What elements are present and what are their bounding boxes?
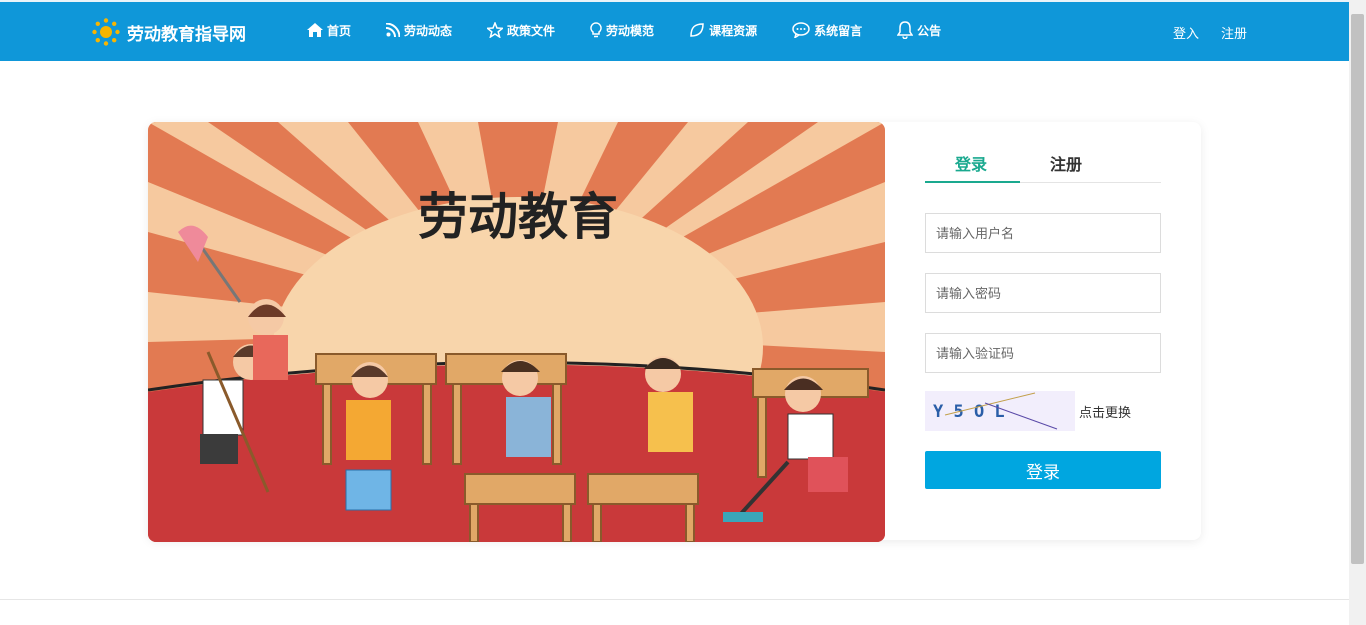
active-tab-indicator (925, 181, 1020, 183)
scrollbar-thumb[interactable] (1351, 14, 1364, 564)
header-login-link[interactable]: 登入 (1173, 23, 1199, 42)
footer-divider (0, 599, 1349, 600)
banner-art: 劳动教育 (148, 122, 885, 542)
nav-item-policy[interactable]: 政策文件 (487, 21, 555, 39)
captcha-refresh-link[interactable]: 点击更换 (1079, 402, 1131, 421)
home-icon (307, 23, 323, 37)
banner-title: 劳动教育 (418, 187, 618, 246)
nav-label: 劳动动态 (404, 23, 453, 38)
nav-item-news[interactable]: 劳动动态 (386, 21, 452, 39)
chat-icon (792, 22, 810, 38)
rss-icon (386, 23, 401, 37)
captcha-text: Y 5 O L (933, 402, 1005, 422)
lightbulb-icon (590, 22, 602, 38)
auth-tabs: 登录 注册 (925, 140, 1161, 183)
bell-icon (897, 21, 914, 39)
nav-label: 劳动模范 (606, 23, 655, 38)
banner-illustration: 劳动教育 (148, 122, 885, 542)
nav-label: 首页 (327, 23, 352, 38)
page-scrollbar[interactable] (1349, 0, 1366, 625)
header-register-link[interactable]: 注册 (1221, 23, 1247, 42)
nav-item-courses[interactable]: 课程资源 (689, 21, 757, 39)
leaf-icon (690, 23, 704, 37)
auth-panel: 登录 注册 Y 5 O L 点击更换 登录 (925, 140, 1161, 489)
captcha-input[interactable] (925, 333, 1161, 373)
nav-label: 课程资源 (709, 23, 758, 38)
nav-label: 系统留言 (814, 23, 863, 38)
nav-item-messages[interactable]: 系统留言 (792, 21, 862, 39)
tab-register[interactable]: 注册 (1050, 151, 1082, 175)
nav-item-announcements[interactable]: 公告 (897, 21, 941, 39)
tab-login[interactable]: 登录 (955, 151, 987, 175)
nav-label: 公告 (917, 23, 942, 38)
nav-item-model-workers[interactable]: 劳动模范 (590, 21, 654, 39)
password-input[interactable] (925, 273, 1161, 313)
username-input[interactable] (925, 213, 1161, 253)
star-icon (487, 22, 504, 38)
top-navbar: 劳动教育指导网 首页 劳动动态 政策文件 劳动模范 课程资源 系统留言 公告 登… (0, 0, 1349, 61)
main-nav: 首页 劳动动态 政策文件 劳动模范 课程资源 系统留言 公告 (307, 21, 941, 39)
sun-icon (92, 18, 120, 46)
login-button[interactable]: 登录 (925, 451, 1161, 489)
site-title: 劳动教育指导网 (127, 24, 246, 45)
captcha-image[interactable]: Y 5 O L (925, 391, 1075, 431)
nav-item-home[interactable]: 首页 (307, 21, 351, 39)
site-logo[interactable]: 劳动教育指导网 (91, 17, 246, 47)
nav-label: 政策文件 (507, 23, 556, 38)
